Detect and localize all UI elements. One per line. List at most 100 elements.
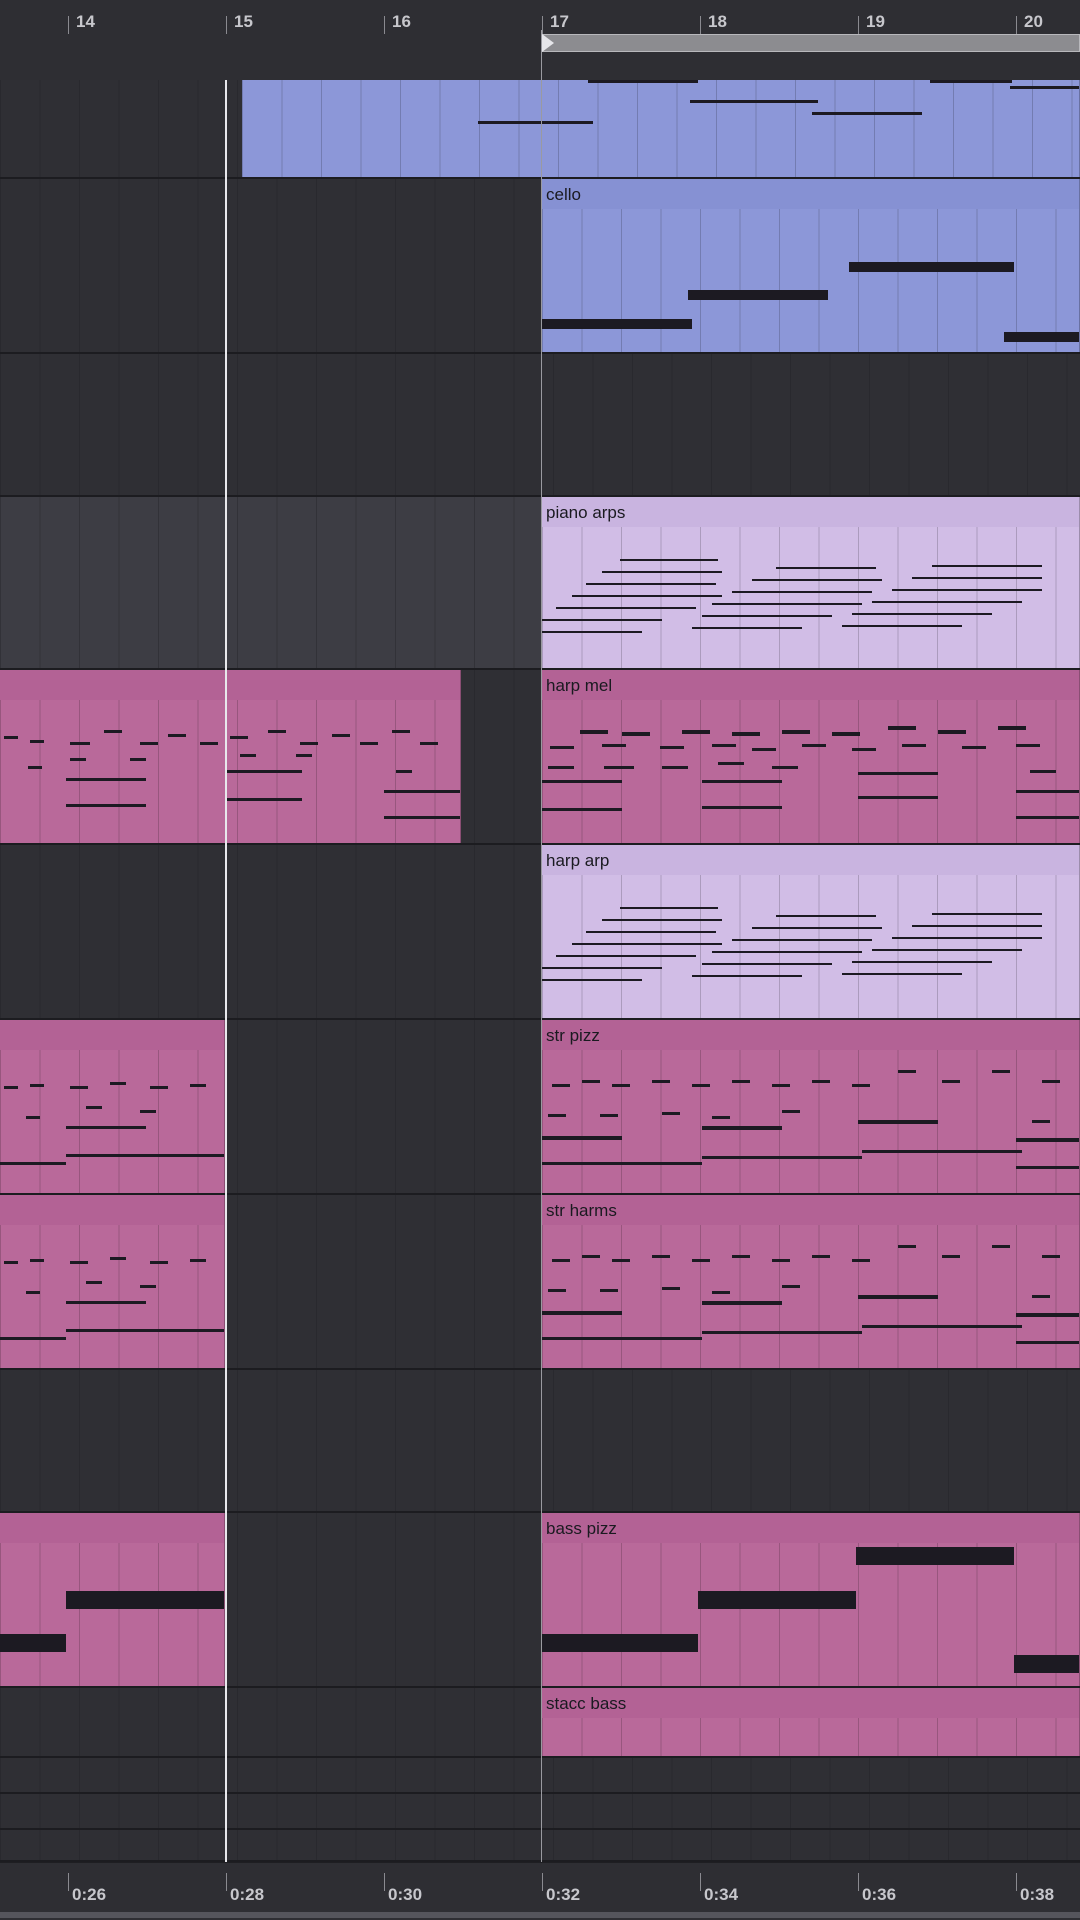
midi-note[interactable] bbox=[384, 816, 460, 819]
midi-note[interactable] bbox=[1010, 86, 1079, 89]
midi-note[interactable] bbox=[66, 1154, 224, 1157]
midi-note[interactable] bbox=[4, 1261, 18, 1264]
midi-note[interactable] bbox=[702, 806, 782, 809]
midi-note[interactable] bbox=[572, 943, 722, 945]
midi-note[interactable] bbox=[652, 1080, 670, 1083]
midi-note[interactable] bbox=[104, 730, 122, 733]
midi-note[interactable] bbox=[110, 1082, 126, 1085]
midi-note[interactable] bbox=[600, 1114, 618, 1117]
midi-clip[interactable] bbox=[0, 1020, 225, 1193]
midi-note[interactable] bbox=[30, 1259, 44, 1262]
midi-note[interactable] bbox=[732, 591, 872, 593]
midi-clip-cello[interactable]: cello bbox=[542, 179, 1080, 352]
track-lane-piano-arps[interactable]: piano arps bbox=[0, 497, 1080, 670]
midi-note[interactable] bbox=[692, 627, 802, 629]
midi-clip-stacc-bass[interactable]: stacc bass bbox=[542, 1688, 1080, 1756]
midi-note[interactable] bbox=[168, 734, 186, 737]
midi-note[interactable] bbox=[66, 1329, 224, 1332]
midi-note[interactable] bbox=[898, 1070, 916, 1073]
midi-note[interactable] bbox=[392, 730, 410, 733]
midi-note[interactable] bbox=[28, 766, 42, 769]
midi-note[interactable] bbox=[772, 1259, 790, 1262]
midi-note[interactable] bbox=[690, 100, 818, 103]
midi-note[interactable] bbox=[542, 808, 622, 811]
midi-note[interactable] bbox=[150, 1261, 168, 1264]
midi-note[interactable] bbox=[612, 1084, 630, 1087]
track-lane[interactable] bbox=[0, 1794, 1080, 1830]
midi-note[interactable] bbox=[70, 1261, 88, 1264]
midi-note[interactable] bbox=[26, 1291, 40, 1294]
midi-note[interactable] bbox=[732, 939, 872, 941]
midi-note[interactable] bbox=[542, 780, 622, 783]
midi-note[interactable] bbox=[888, 726, 916, 730]
midi-note[interactable] bbox=[612, 1259, 630, 1262]
track-lane-cello[interactable]: cello bbox=[0, 179, 1080, 354]
midi-note[interactable] bbox=[0, 1634, 66, 1652]
midi-note[interactable] bbox=[932, 565, 1042, 567]
midi-note[interactable] bbox=[942, 1080, 960, 1083]
midi-note[interactable] bbox=[66, 1126, 146, 1129]
midi-note[interactable] bbox=[1016, 790, 1079, 793]
midi-note[interactable] bbox=[620, 907, 718, 909]
midi-note[interactable] bbox=[998, 726, 1026, 730]
midi-note[interactable] bbox=[542, 967, 662, 969]
midi-note[interactable] bbox=[66, 804, 146, 807]
midi-note[interactable] bbox=[268, 730, 286, 733]
midi-note[interactable] bbox=[902, 744, 926, 747]
midi-note[interactable] bbox=[702, 780, 782, 783]
midi-note[interactable] bbox=[858, 772, 938, 775]
midi-note[interactable] bbox=[812, 112, 922, 115]
track-lane[interactable] bbox=[0, 354, 1080, 497]
midi-note[interactable] bbox=[1042, 1255, 1060, 1258]
midi-note[interactable] bbox=[556, 607, 696, 609]
midi-note[interactable] bbox=[852, 748, 876, 751]
midi-note[interactable] bbox=[550, 746, 574, 749]
midi-note[interactable] bbox=[932, 913, 1042, 915]
midi-note[interactable] bbox=[856, 1547, 1014, 1565]
midi-note[interactable] bbox=[662, 1112, 680, 1115]
midi-note[interactable] bbox=[992, 1070, 1010, 1073]
midi-note[interactable] bbox=[892, 589, 1042, 591]
midi-note[interactable] bbox=[802, 744, 826, 747]
midi-note[interactable] bbox=[542, 1136, 622, 1140]
midi-note[interactable] bbox=[542, 319, 692, 329]
midi-note[interactable] bbox=[548, 766, 574, 769]
midi-note[interactable] bbox=[1016, 1313, 1079, 1317]
midi-note[interactable] bbox=[1032, 1295, 1050, 1298]
midi-note[interactable] bbox=[732, 732, 760, 736]
midi-note[interactable] bbox=[862, 1325, 1022, 1328]
midi-note[interactable] bbox=[732, 1080, 750, 1083]
midi-note[interactable] bbox=[110, 1257, 126, 1260]
midi-note[interactable] bbox=[852, 613, 992, 615]
midi-note[interactable] bbox=[588, 80, 698, 83]
midi-note[interactable] bbox=[752, 579, 882, 581]
midi-note[interactable] bbox=[552, 1259, 570, 1262]
midi-clip-harp-mel[interactable]: harp mel bbox=[542, 670, 1080, 843]
track-lane[interactable] bbox=[0, 1830, 1080, 1862]
midi-note[interactable] bbox=[938, 730, 966, 734]
midi-note[interactable] bbox=[1016, 816, 1079, 819]
midi-note[interactable] bbox=[992, 1245, 1010, 1248]
midi-note[interactable] bbox=[140, 742, 158, 745]
midi-note[interactable] bbox=[712, 744, 736, 747]
midi-note[interactable] bbox=[572, 595, 722, 597]
midi-clip-str-harms[interactable]: str harms bbox=[542, 1195, 1080, 1368]
midi-note[interactable] bbox=[86, 1281, 102, 1284]
midi-note[interactable] bbox=[772, 1084, 790, 1087]
midi-note[interactable] bbox=[812, 1080, 830, 1083]
midi-note[interactable] bbox=[1016, 1341, 1079, 1344]
midi-clip-str-pizz[interactable]: str pizz bbox=[542, 1020, 1080, 1193]
midi-note[interactable] bbox=[702, 1126, 782, 1130]
track-lane-harp-mel[interactable]: harp mel bbox=[0, 670, 1080, 845]
midi-note[interactable] bbox=[712, 1291, 730, 1294]
midi-note[interactable] bbox=[1030, 770, 1056, 773]
midi-note[interactable] bbox=[702, 1156, 862, 1159]
midi-note[interactable] bbox=[712, 603, 862, 605]
midi-note[interactable] bbox=[66, 1301, 146, 1304]
track-lane-harp-arp[interactable]: harp arp bbox=[0, 845, 1080, 1020]
midi-note[interactable] bbox=[296, 754, 312, 757]
bar-ruler[interactable]: 14 15 16 17 18 19 20 bbox=[0, 0, 1080, 81]
midi-note[interactable] bbox=[586, 931, 716, 933]
midi-note[interactable] bbox=[852, 1084, 870, 1087]
midi-note[interactable] bbox=[712, 1116, 730, 1119]
